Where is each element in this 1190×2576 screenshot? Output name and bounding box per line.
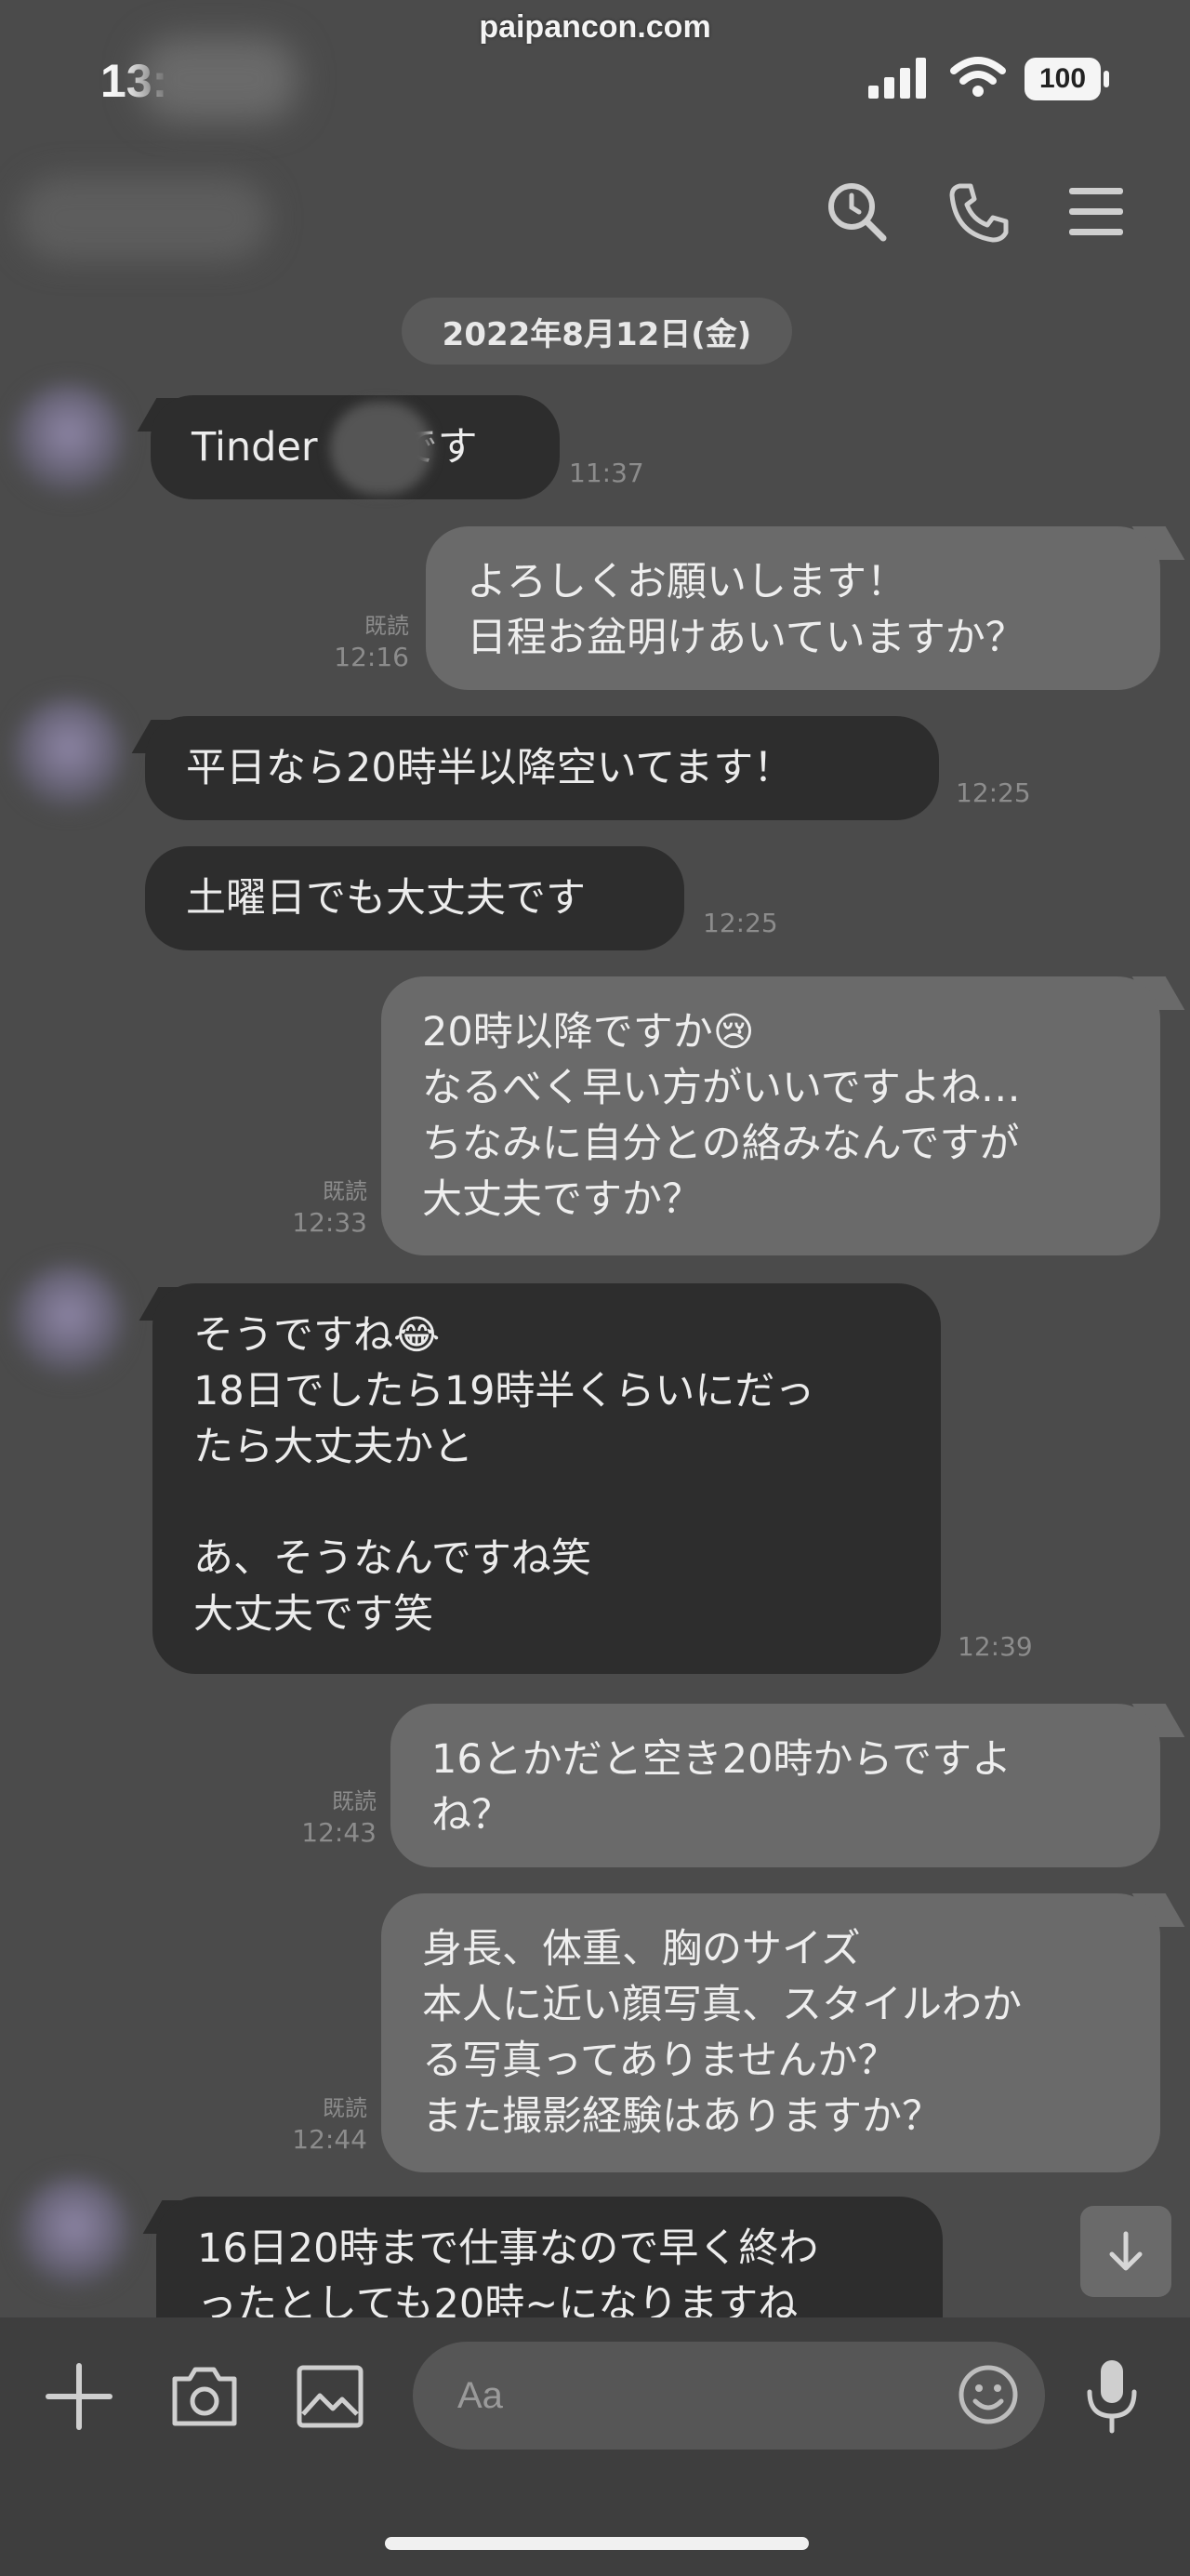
read-receipt: 既読 xyxy=(323,1178,367,1204)
message-input[interactable] xyxy=(413,2342,1045,2450)
image-icon[interactable] xyxy=(296,2364,364,2429)
message-meta: 既読 12:33 xyxy=(265,1175,367,1239)
search-icon[interactable] xyxy=(824,179,889,244)
plus-icon[interactable] xyxy=(45,2362,113,2431)
time-text: 12:25 xyxy=(703,908,778,938)
signal-icon xyxy=(868,58,926,99)
message-time: 12:25 xyxy=(703,908,796,939)
message-bubble-outgoing[interactable]: 20時以降ですか😢 なるべく早い方がいいですよね… ちなみに自分との絡みなんです… xyxy=(381,976,1160,1255)
message-time: 12:39 xyxy=(958,1631,1051,1663)
read-receipt: 既読 xyxy=(364,613,409,639)
message-meta: 既読 12:43 xyxy=(274,1786,377,1849)
scroll-to-bottom-button[interactable] xyxy=(1080,2206,1171,2297)
time-text: 11:37 xyxy=(569,458,644,488)
message-time: 11:37 xyxy=(569,458,662,489)
avatar[interactable] xyxy=(13,1265,125,1376)
time-text: 12:25 xyxy=(956,777,1031,808)
emoji-icon[interactable] xyxy=(958,2364,1019,2425)
status-time-blur xyxy=(139,37,298,121)
message-bubble-outgoing[interactable]: 16とかだと空き20時からですよ ね？ xyxy=(390,1704,1160,1867)
phone-icon[interactable] xyxy=(946,180,1012,246)
wifi-icon xyxy=(950,57,1006,97)
date-separator: 2022年8月12日(金) xyxy=(402,298,792,365)
redacted-name xyxy=(330,402,432,495)
time-text: 12:39 xyxy=(958,1631,1033,1662)
mic-icon[interactable] xyxy=(1080,2357,1144,2435)
message-bubble-outgoing[interactable]: 身長、体重、胸のサイズ 本人に近い顔写真、スタイルわか る写真ってありませんか？… xyxy=(381,1893,1160,2172)
back-and-chat-name[interactable] xyxy=(19,177,270,260)
read-receipt: 既読 xyxy=(323,2095,367,2121)
message-bubble-incoming[interactable]: そうですね😂 18日でしたら19時半くらいにだっ たら大丈夫かと あ、そうなんで… xyxy=(152,1283,941,1674)
time-text: 12:16 xyxy=(334,642,409,672)
message-meta: 既読 12:16 xyxy=(307,610,409,673)
time-text: 12:44 xyxy=(292,2124,367,2155)
arrow-down-icon xyxy=(1109,2231,1143,2271)
avatar[interactable] xyxy=(13,383,125,495)
battery-cap xyxy=(1104,71,1109,87)
battery-indicator: 100 xyxy=(1025,58,1101,100)
time-text: 12:43 xyxy=(301,1817,377,1848)
avatar[interactable] xyxy=(13,697,125,809)
battery-level: 100 xyxy=(1038,63,1087,94)
avatar[interactable] xyxy=(19,2176,130,2288)
message-meta: 既読 12:44 xyxy=(265,2092,367,2156)
message-bubble-outgoing[interactable]: よろしくお願いします！ 日程お盆明けあいていますか？ xyxy=(426,526,1160,690)
message-time: 12:25 xyxy=(956,777,1049,809)
camera-icon[interactable] xyxy=(169,2362,240,2429)
home-indicator[interactable] xyxy=(385,2537,809,2550)
time-text: 12:33 xyxy=(292,1207,367,1238)
message-bubble-incoming[interactable]: 土曜日でも大丈夫です xyxy=(145,846,684,950)
read-receipt: 既読 xyxy=(332,1788,377,1814)
menu-icon[interactable] xyxy=(1069,186,1123,238)
message-bubble-incoming[interactable]: 平日なら20時半以降空いてます！ xyxy=(145,716,939,820)
